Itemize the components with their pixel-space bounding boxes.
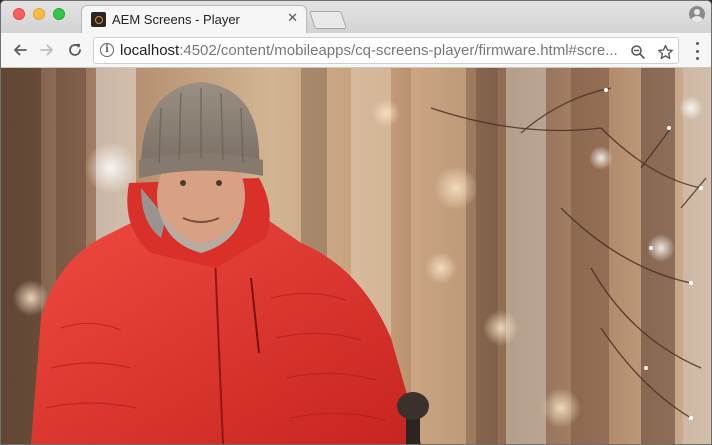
profile-avatar-icon[interactable] xyxy=(689,6,705,22)
zoom-button[interactable] xyxy=(629,43,647,61)
url-host: localhost xyxy=(120,42,180,59)
reload-icon xyxy=(69,43,81,56)
forward-button[interactable] xyxy=(37,40,57,60)
maximize-window-button[interactable] xyxy=(53,8,65,20)
tab-title: AEM Screens - Player xyxy=(112,12,240,27)
reload-button[interactable] xyxy=(65,40,85,60)
browser-window: AEM Screens - Player ✕ i localhost:4502/… xyxy=(0,0,712,445)
more-vertical-icon[interactable] xyxy=(692,42,702,60)
tab-close-icon[interactable]: ✕ xyxy=(287,11,298,25)
star-icon xyxy=(657,44,673,59)
tab-aem-screens-player[interactable]: AEM Screens - Player ✕ xyxy=(81,5,307,33)
address-bar[interactable]: i localhost:4502/content/mobileapps/cq-s… xyxy=(93,37,679,64)
magnifier-icon xyxy=(631,45,645,59)
close-window-button[interactable] xyxy=(13,8,25,20)
new-tab-button[interactable] xyxy=(309,11,347,29)
minimize-window-button[interactable] xyxy=(33,8,45,20)
aem-screens-favicon-icon xyxy=(91,12,106,27)
arrow-left-icon xyxy=(14,44,27,56)
url-path: :4502/content/mobileapps/cq-screens-play… xyxy=(179,42,618,59)
arrow-right-icon xyxy=(40,44,53,56)
site-info-icon[interactable]: i xyxy=(100,43,114,57)
player-content-image xyxy=(1,68,711,444)
photo-background xyxy=(1,68,711,444)
back-button[interactable] xyxy=(10,40,30,60)
bookmark-button[interactable] xyxy=(656,43,674,61)
url-text[interactable]: localhost:4502/content/mobileapps/cq-scr… xyxy=(120,42,622,59)
browser-toolbar: i localhost:4502/content/mobileapps/cq-s… xyxy=(1,33,711,68)
tab-strip: AEM Screens - Player ✕ xyxy=(1,1,711,33)
